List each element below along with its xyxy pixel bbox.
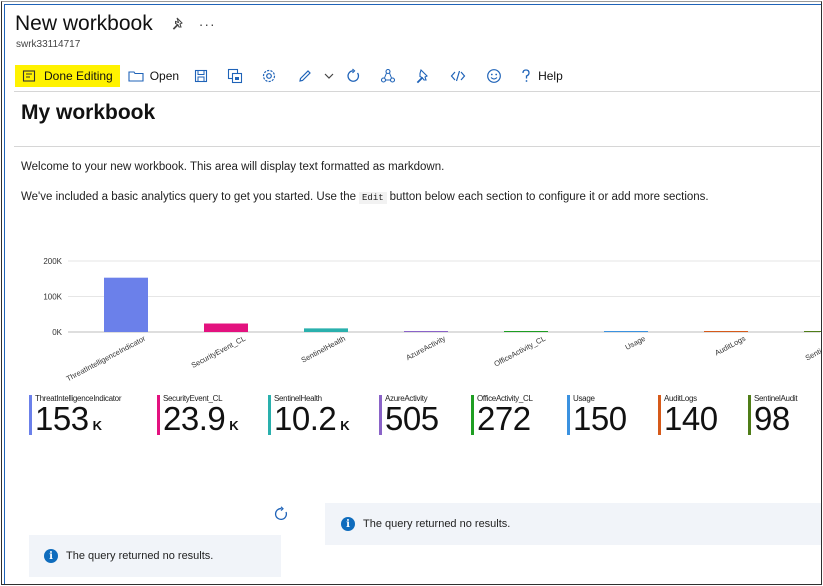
chart-bar [604,331,648,332]
metric-tile[interactable]: AzureActivity 505 [379,394,439,436]
tile-color-bar [268,395,271,435]
chart-bar [404,331,448,332]
tile-color-bar [29,395,32,435]
bar-chart: 200K 100K 0KThreatIntelligenceIndicator Sec… [43,257,822,384]
y-tick-label: 200K [43,257,62,266]
chart-bar [304,328,348,332]
metric-tile[interactable]: SecurityEvent_CL 23.9 K [157,394,239,436]
settings-icon[interactable] [261,68,277,84]
x-tick-label: SentinelAudit [804,333,822,362]
save-as-icon[interactable] [227,68,243,84]
tile-value: 10.2 K [274,400,350,437]
metric-tile[interactable]: Usage 150 [567,394,627,436]
x-tick-label: SentinelHealth [300,334,347,365]
toolbar-divider [14,91,820,92]
metric-tile[interactable]: SentinelAudit 98 [748,394,798,437]
done-editing-button[interactable]: Done Editing [15,64,120,87]
chart-bar [704,331,748,332]
open-button[interactable]: Open [128,65,179,87]
tile-value: 153 K [35,400,102,437]
no-results-text-left: The query returned no results. [66,550,214,562]
markdown-text-2-end: button below each section to configure i… [389,191,709,203]
title-divider [14,146,820,147]
info-icon: i [341,517,355,531]
tile-color-bar [658,395,661,435]
workbook-title: My workbook [21,101,156,124]
edit-done-icon [21,68,37,84]
no-results-notice-left: i The query returned no results. [29,535,281,577]
page-title: New workbook [15,12,153,35]
chevron-down-icon[interactable] [321,68,337,84]
tile-unit: K [229,418,239,433]
more-options-button[interactable]: ··· [199,16,216,32]
resource-id: swrk33114717 [16,39,81,50]
share-icon[interactable] [380,68,396,84]
tile-value: 505 [385,400,439,437]
edit-pencil-icon[interactable] [297,68,313,84]
folder-icon [128,68,144,84]
edit-code-token: Edit [359,192,387,204]
tile-color-bar [157,395,160,435]
x-tick-label: ThreatIntelligenceIndicator [65,334,148,384]
markdown-text-2-start: We've included a basic analytics query t… [21,191,357,203]
metric-tile[interactable]: AuditLogs 140 [658,394,718,436]
header: New workbook ··· [15,10,216,38]
no-results-notice-right: i The query returned no results. [325,503,821,545]
tile-value: 272 [477,400,531,437]
help-icon [518,68,534,84]
pin-icon[interactable] [171,16,187,32]
tiles-row: ThreatIntelligenceIndicator 153 K SecurityE… [2,394,821,444]
info-icon: i [44,549,58,563]
tile-color-bar [471,395,474,435]
pin-toolbar-icon[interactable] [415,68,431,84]
tile-unit: K [92,418,102,433]
tile-value: 140 [664,400,718,437]
y-tick-label: 0K [52,328,62,337]
tile-color-bar [748,395,751,435]
metric-tile[interactable]: ThreatIntelligenceIndicator 153 K [29,394,121,436]
help-label: Help [538,68,563,83]
tile-value: 23.9 K [163,400,239,437]
tile-value: 150 [573,400,627,437]
toolbar: Done Editing Open Help [15,63,563,88]
metric-tile[interactable]: SentinelHealth 10.2 K [268,394,350,436]
chart-bar [104,277,148,332]
chart-bar [204,323,248,332]
x-tick-label: AuditLogs [713,334,747,358]
open-label: Open [149,68,180,83]
x-tick-label: Usage [624,334,647,352]
markdown-text-1: Welcome to your new workbook. This area … [21,161,445,173]
x-tick-label: SecurityEvent_CL [190,334,247,370]
save-icon[interactable] [193,68,209,84]
metric-tile[interactable]: OfficeActivity_CL 272 [471,394,533,436]
code-icon[interactable] [450,68,466,84]
help-button[interactable]: Help [518,65,563,87]
chart-bar [504,331,548,332]
no-results-text-right: The query returned no results. [363,518,511,530]
x-tick-label: OfficeActivity_CL [492,334,547,369]
x-tick-label: AzureActivity [404,334,447,362]
tile-value: 98 [754,400,790,437]
tile-unit: K [340,418,350,433]
chart-bar [804,331,821,332]
done-editing-label: Done Editing [44,68,113,83]
refresh-icon[interactable] [345,68,361,84]
loading-spinner-icon [273,506,289,522]
markdown-text-2: We've included a basic analytics query t… [21,191,709,204]
feedback-smiley-icon[interactable] [486,68,502,84]
workbook-window: New workbook ··· swrk33114717 Done Editi… [1,1,822,585]
y-tick-label: 100K [43,293,62,302]
tile-color-bar [567,395,570,435]
tile-color-bar [379,395,382,435]
